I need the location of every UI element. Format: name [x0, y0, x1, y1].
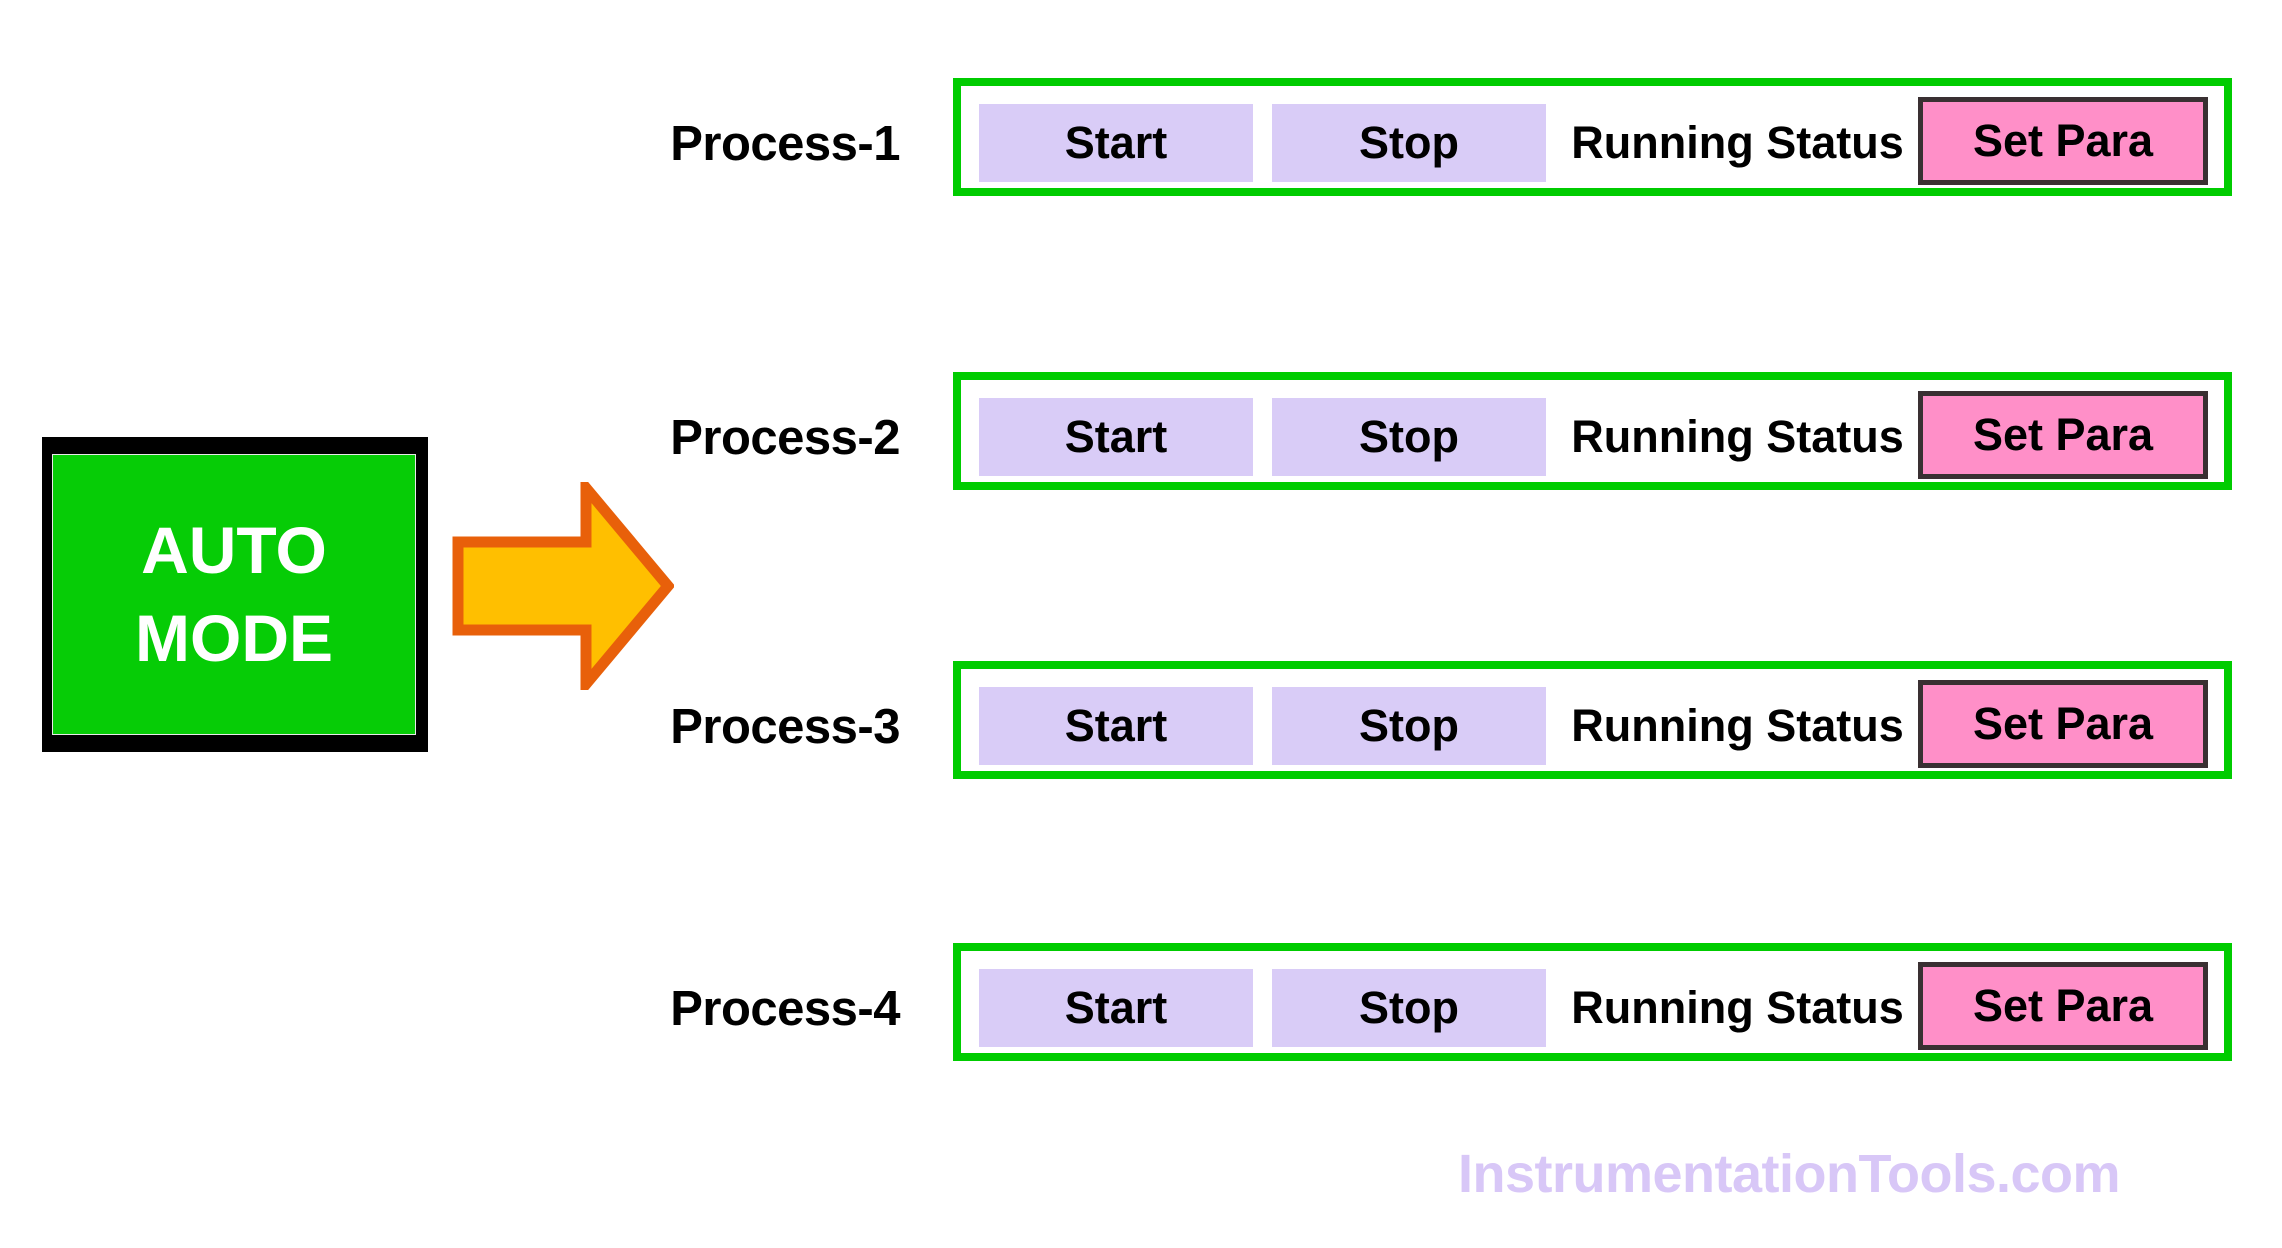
process-control-box: Start Stop Running Status Set Para [953, 78, 2232, 196]
process-row: Process-4 Start Stop Running Status Set … [0, 943, 2282, 1075]
auto-mode-label-line1: AUTO [141, 513, 327, 588]
process-row: Process-2 Start Stop Running Status Set … [0, 372, 2282, 504]
watermark: InstrumentationTools.com [1458, 1144, 2121, 1204]
running-status-label: Running Status [1571, 411, 1904, 462]
running-status-label: Running Status [1571, 117, 1904, 168]
process-row: Process-3 Start Stop Running Status Set … [0, 661, 2282, 793]
process-label: Process-4 [670, 982, 900, 1036]
process-row: Process-1 Start Stop Running Status Set … [0, 78, 2282, 210]
running-status-label: Running Status [1571, 700, 1904, 751]
process-label: Process-3 [670, 700, 900, 754]
arrow-right-icon [452, 472, 676, 700]
start-button[interactable]: Start [979, 687, 1253, 765]
start-button[interactable]: Start [979, 104, 1253, 182]
process-control-box: Start Stop Running Status Set Para [953, 372, 2232, 490]
process-label: Process-1 [670, 117, 900, 171]
stop-button[interactable]: Stop [1272, 687, 1546, 765]
set-parameters-button[interactable]: Set Para [1918, 962, 2208, 1050]
set-parameters-button[interactable]: Set Para [1918, 391, 2208, 479]
running-status-label: Running Status [1571, 982, 1904, 1033]
stop-button[interactable]: Stop [1272, 104, 1546, 182]
set-parameters-button[interactable]: Set Para [1918, 97, 2208, 185]
stop-button[interactable]: Stop [1272, 398, 1546, 476]
start-button[interactable]: Start [979, 398, 1253, 476]
set-parameters-button[interactable]: Set Para [1918, 680, 2208, 768]
start-button[interactable]: Start [979, 969, 1253, 1047]
stop-button[interactable]: Stop [1272, 969, 1546, 1047]
process-control-box: Start Stop Running Status Set Para [953, 943, 2232, 1061]
process-control-box: Start Stop Running Status Set Para [953, 661, 2232, 779]
process-label: Process-2 [670, 411, 900, 465]
